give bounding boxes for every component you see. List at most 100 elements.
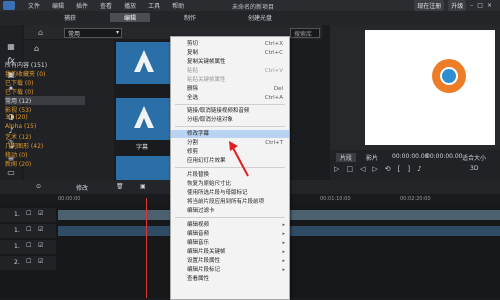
timecode-start: 00:00:00.00 [392,153,429,160]
lock-icon[interactable]: ☐ [26,258,31,265]
menu-item-modify-title[interactable]: 修改字幕 [171,130,289,138]
menu-play[interactable]: 播放 [124,1,136,10]
import-icon[interactable]: ⌂ [38,28,43,37]
audio-clip[interactable] [58,226,170,236]
menu-item-edit-video[interactable]: 编辑视频 ▸ [171,221,289,229]
submenu-arrow-icon: ▸ [282,222,285,228]
menu-file[interactable]: 文件 [28,1,40,10]
mark-out-icon[interactable]: ] [407,165,410,173]
ruler-mark: 00:00:00 [58,196,81,202]
category-item[interactable]: 我的收藏夹 (0) [5,69,45,78]
upgrade-button[interactable]: 升级 [448,0,467,11]
audio-clip[interactable] [290,226,500,236]
volume-icon[interactable]: ♪ [417,165,421,173]
category-item[interactable]: 已下载 (0) [5,87,33,96]
menu-item-edit-audio[interactable]: 编辑音频 ▸ [171,230,289,238]
lock-icon[interactable]: ☐ [26,242,31,249]
menu-item-paste[interactable]: 粘贴 Ctrl+V [171,67,289,75]
menu-item-set-properties[interactable]: 设置片段属性 ▸ [171,257,289,265]
category-item[interactable]: 3D (20) [5,114,28,121]
category-item[interactable]: 所有内容 (151) [5,60,47,69]
tab-capture[interactable]: 捕获 [50,13,90,22]
delete-icon[interactable]: 🗑 [116,183,124,190]
chevron-down-icon: ▾ [115,29,119,36]
menu-help[interactable]: 帮助 [172,1,184,10]
play-icon[interactable]: ▷ [334,165,339,173]
menu-bar: 文件 编辑 插件 查看 播放 工具 帮助 [28,1,184,10]
category-item[interactable]: 已下载 (0) [5,78,33,87]
category-item[interactable]: 新闻 (20) [5,159,31,168]
menu-item-paste-keyframe[interactable]: 粘贴关键帧属性 [171,76,289,84]
menu-item-cut[interactable]: 剪切 Ctrl+X [171,40,289,48]
track-header: 1. ☐ ☑ [0,208,56,222]
visibility-icon[interactable]: ☑ [38,258,43,265]
subtitle-icon[interactable]: ▭ [6,168,16,178]
menu-item-edit-markers[interactable]: 编辑片段标记 ▸ [171,266,289,274]
tab-clip[interactable]: 片段 [336,153,357,162]
submenu-arrow-icon: ▸ [282,267,285,273]
camera-lens-image [440,67,458,85]
category-item[interactable]: 几何图形 (42) [5,141,43,150]
tab-movie[interactable]: 影片 [362,153,382,162]
visibility-icon[interactable]: ☑ [38,226,43,233]
category-item[interactable]: 影视 (53) [5,105,31,114]
visibility-icon[interactable]: ☑ [38,210,43,217]
minimize-icon[interactable]: – [470,2,473,9]
video-clip[interactable] [58,210,170,220]
template-thumbnail[interactable] [116,156,172,180]
template-thumbnail[interactable] [116,98,172,140]
menu-plugins[interactable]: 插件 [76,1,88,10]
menu-separator [175,217,285,218]
menu-item-use-marker[interactable]: 使用所选片段与母版标记 [171,189,289,197]
video-clip[interactable] [290,210,500,220]
modify-button[interactable]: 修改 [76,183,88,192]
register-button[interactable]: 现在注册 [414,0,445,11]
stop-icon[interactable]: □ [346,165,353,173]
menu-item-edit-keyframe[interactable]: 编辑片段关键帧 ▸ [171,248,289,256]
category-item[interactable]: 移动 (0) [5,150,27,159]
submenu-arrow-icon: ▸ [282,231,285,237]
tab-produce[interactable]: 制作 [170,13,210,22]
track-header: 2. ☐ ☑ [0,256,56,270]
search-input[interactable]: 搜索库 [290,28,320,38]
menu-item-apply-all[interactable]: 将当前片段应用到所有片段前项 [171,198,289,206]
menu-edit[interactable]: 编辑 [52,1,64,10]
menu-item-edit-music[interactable]: 编辑音乐 ▸ [171,239,289,247]
category-item[interactable]: 艺术 (12) [5,132,31,141]
add-category-icon[interactable]: ⌂ [34,44,39,53]
3d-toggle[interactable]: 3D [470,165,478,172]
rewind-icon[interactable]: ⟲ [385,165,391,173]
prev-frame-icon[interactable]: ◁ [360,165,365,173]
tab-disc[interactable]: 创建光盘 [235,13,285,22]
menu-separator [175,104,285,105]
settings-icon[interactable]: ⊙ [36,183,41,190]
close-icon[interactable]: × [487,2,492,9]
mark-icon[interactable]: ▣ [140,183,146,190]
fit-size-select[interactable]: 适合大小 [462,153,486,162]
menu-item-copy[interactable]: 复制 Ctrl+C [171,49,289,57]
menu-item-delete[interactable]: 删除 Del [171,85,289,93]
library-filter-dropdown[interactable]: 常用 ▾ [64,28,122,38]
category-item-selected[interactable]: 常用 (12) [5,96,85,105]
menu-view[interactable]: 查看 [100,1,112,10]
menu-item-view-properties[interactable]: 查看属性 [171,275,289,283]
menu-item-edit-filter[interactable]: 编辑过滤卡 [171,207,289,215]
media-room-icon[interactable]: ▦ [6,42,16,52]
lock-icon[interactable]: ☐ [26,210,31,217]
menu-item-select-all[interactable]: 全选 Ctrl+A [171,94,289,102]
menu-item-link-av[interactable]: 链接/取消链接视频和音频 [171,107,289,115]
mark-in-icon[interactable]: [ [398,165,401,173]
menu-item-restore-ratio[interactable]: 恢复为原始尺寸比 [171,180,289,188]
visibility-icon[interactable]: ☑ [38,242,43,249]
menu-item-copy-keyframe[interactable]: 复制关键帧属性 [171,58,289,66]
template-thumbnail[interactable] [116,42,172,84]
menu-tools[interactable]: 工具 [148,1,160,10]
maximize-icon[interactable]: □ [477,2,483,9]
next-frame-icon[interactable]: ▷ [372,165,377,173]
menu-item-group[interactable]: 分组/取消分组对象 [171,116,289,124]
submenu-arrow-icon: ▸ [282,249,285,255]
lock-icon[interactable]: ☐ [26,226,31,233]
tab-edit[interactable]: 编辑 [110,13,150,22]
category-item[interactable]: Alpha (15) [5,123,36,130]
playhead[interactable] [146,198,147,298]
